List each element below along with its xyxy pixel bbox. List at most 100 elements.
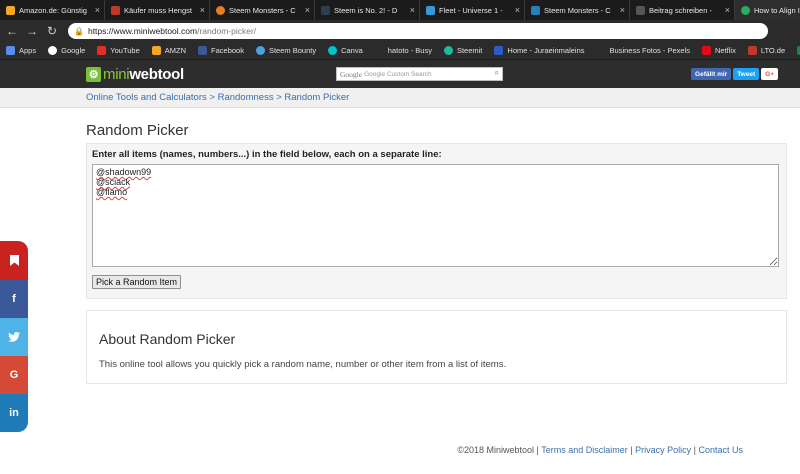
amazon-icon <box>151 46 161 55</box>
amazon-favicon-icon <box>6 5 15 15</box>
canva-icon <box>328 46 338 55</box>
search-icon[interactable]: ⌕ <box>495 68 499 78</box>
steemit-icon <box>443 46 453 55</box>
google-plus-button[interactable]: G+ <box>761 68 778 80</box>
bookmark-netflix[interactable]: Netflix <box>701 46 736 55</box>
lto-icon <box>747 46 757 55</box>
bookmark-steem-bounty[interactable]: Steem Bounty <box>255 46 316 55</box>
news-favicon-icon <box>111 5 120 15</box>
bookmark-amzn[interactable]: AMZN <box>151 46 187 55</box>
steem-favicon-icon <box>321 5 330 15</box>
bookmark-canva[interactable]: Canva <box>328 46 363 55</box>
miniwebtool-logo[interactable]: ⚙ mini webtool <box>86 66 184 83</box>
close-tab-icon[interactable]: × <box>95 5 100 15</box>
tab-title: How to Align I <box>754 5 800 15</box>
lock-icon: 🔒 <box>74 26 84 36</box>
breadcrumb-link[interactable]: Randomness <box>218 92 274 103</box>
tab-title: Steem Monsters - C <box>544 5 611 15</box>
pick-random-item-button[interactable]: Pick a Random Item <box>92 275 182 289</box>
bookmark-pexels[interactable]: Business Fotos - Pexels <box>596 46 690 55</box>
linkedin-icon[interactable]: in <box>0 394 28 432</box>
bookmark-juraeinmaleins[interactable]: Home - Juraeinmaleins <box>494 46 585 55</box>
address-bar: ← → ↻ 🔒 https://www.miniwebtool.com /ran… <box>0 20 800 42</box>
browser-tab[interactable]: Amazon.de: Günstig × <box>0 0 105 20</box>
bookmark-google[interactable]: Google <box>48 46 85 55</box>
contact-link[interactable]: Contact Us <box>698 445 743 455</box>
fleet-favicon-icon <box>426 5 435 15</box>
google-custom-search-input[interactable]: Google Google Custom Search ⌕ <box>336 67 503 81</box>
about-title: About Random Picker <box>99 331 236 347</box>
url-field[interactable]: 🔒 https://www.miniwebtool.com /random-pi… <box>68 23 768 39</box>
browser-tab[interactable]: Beitrag schreiben - × <box>630 0 735 20</box>
item-line: @flamo <box>96 187 128 197</box>
twitter-icon[interactable] <box>0 318 28 356</box>
share-sidebar: f G in <box>0 241 28 432</box>
youtube-icon <box>97 46 107 55</box>
terms-link[interactable]: Terms and Disclaimer <box>541 445 628 455</box>
back-arrow-icon[interactable]: ← <box>4 23 20 39</box>
bookmark-busy[interactable]: hatoto - Busy <box>374 46 432 55</box>
bookmark-label: Netflix <box>714 46 736 55</box>
browser-tab-active[interactable]: How to Align I <box>735 0 800 20</box>
netflix-icon <box>701 46 711 55</box>
browser-tab[interactable]: Steem Monsters - C × <box>210 0 315 20</box>
breadcrumb-link[interactable]: Random Picker <box>284 92 349 103</box>
browser-tab[interactable]: Steem is No. 2! - D × <box>315 0 420 20</box>
facebook-like-button[interactable]: Gefällt mir <box>691 68 732 80</box>
close-tab-icon[interactable]: × <box>620 5 625 15</box>
facebook-icon[interactable]: f <box>0 280 28 318</box>
bookmark-label: Apps <box>19 46 37 55</box>
bookmark-facebook[interactable]: Facebook <box>198 46 244 55</box>
random-picker-form: Enter all items (names, numbers...) in t… <box>86 143 787 299</box>
bookmark-label: Google <box>61 46 86 55</box>
apps-grid-icon <box>6 46 15 55</box>
google-plus-icon[interactable]: G <box>0 356 28 394</box>
items-instruction: Enter all items (names, numbers...) in t… <box>92 149 442 160</box>
logo-suffix: webtool <box>129 66 184 83</box>
browser-tab-strip: Amazon.de: Günstig × Käufer muss Hengst … <box>0 0 800 20</box>
tab-title: Käufer muss Hengst <box>124 5 192 15</box>
url-host: https://www.miniwebtool.com <box>87 26 198 36</box>
bookmark-label: Canva <box>341 46 363 55</box>
item-line: @sciack <box>96 177 131 187</box>
url-path: /random-picker/ <box>197 26 257 36</box>
close-tab-icon[interactable]: × <box>410 5 415 15</box>
site-header: ⚙ mini webtool Google Google Custom Searc… <box>0 60 800 88</box>
copyright: ©2018 Miniwebtool <box>457 445 534 455</box>
reload-icon[interactable]: ↻ <box>44 23 60 39</box>
close-tab-icon[interactable]: × <box>200 5 205 15</box>
google-brand: Google <box>340 69 363 79</box>
steem-bounty-icon <box>255 46 265 55</box>
browser-tab[interactable]: Steem Monsters - C × <box>525 0 630 20</box>
bookmark-youtube[interactable]: YouTube <box>97 46 140 55</box>
privacy-link[interactable]: Privacy Policy <box>635 445 691 455</box>
search-placeholder: Google Custom Search <box>364 70 432 78</box>
steem-monsters-favicon-icon <box>216 5 225 15</box>
bookmark-steemit[interactable]: Steemit <box>443 46 483 55</box>
bookmark-icon[interactable] <box>0 241 28 280</box>
item-line: @shadown99 <box>96 167 152 177</box>
bookmark-label: YouTube <box>110 46 140 55</box>
breadcrumb-strip: Online Tools and Calculators > Randomnes… <box>0 88 800 108</box>
items-textarea[interactable]: @shadown99 @sciack @flamo <box>92 164 779 267</box>
bookmark-lto[interactable]: LTO.de <box>747 46 785 55</box>
tab-title: Steem is No. 2! - D <box>334 5 398 15</box>
bookmark-label: Steemit <box>456 46 483 55</box>
pexels-icon <box>596 46 606 55</box>
forward-arrow-icon[interactable]: → <box>24 23 40 39</box>
bookmark-label: AMZN <box>164 46 187 55</box>
breadcrumb-link[interactable]: Online Tools and Calculators <box>86 92 207 103</box>
about-text: This online tool allows you quickly pick… <box>99 359 507 370</box>
gear-logo-icon: ⚙ <box>86 67 101 82</box>
jura-icon <box>494 46 504 55</box>
browser-tab[interactable]: Fleet - Universe 1 - × <box>420 0 525 20</box>
close-tab-icon[interactable]: × <box>515 5 520 15</box>
close-tab-icon[interactable]: × <box>725 5 730 15</box>
tweet-button[interactable]: Tweet <box>733 68 760 80</box>
close-tab-icon[interactable]: × <box>305 5 310 15</box>
footer: ©2018 Miniwebtool | Terms and Disclaimer… <box>457 445 743 455</box>
bookmark-label: Business Fotos - Pexels <box>609 46 690 55</box>
bookmark-apps[interactable]: Apps <box>6 46 36 55</box>
steem-monsters-favicon-icon <box>531 5 540 15</box>
browser-tab[interactable]: Käufer muss Hengst × <box>105 0 210 20</box>
